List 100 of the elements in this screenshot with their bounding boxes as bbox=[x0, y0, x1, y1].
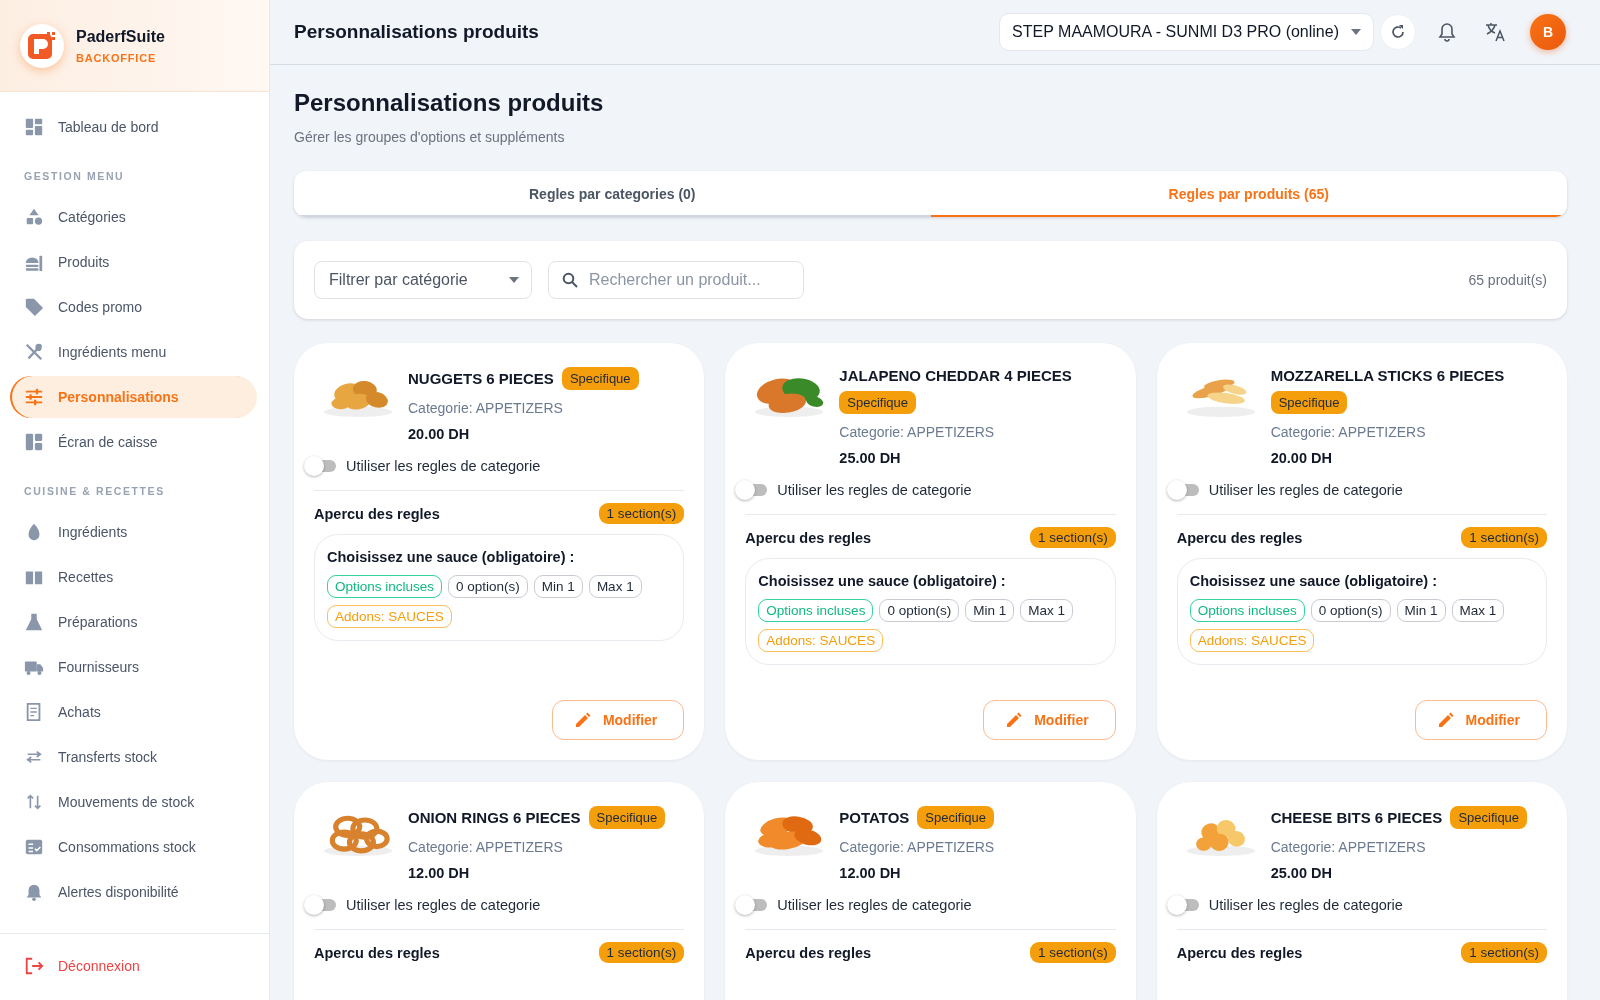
device-select[interactable]: STEP MAAMOURA - SUNMI D3 PRO (online) bbox=[999, 13, 1374, 51]
product-category: Categorie: APPETIZERS bbox=[839, 424, 996, 440]
translate-icon bbox=[1484, 21, 1506, 43]
rule-tag: Addons: SAUCES bbox=[1189, 629, 1315, 652]
product-price: 25.00 DH bbox=[839, 450, 902, 466]
rule-tag: 0 option(s) bbox=[1310, 599, 1391, 622]
sidebar-item[interactable]: Catégories bbox=[12, 196, 257, 238]
rule-tag: Min 1 bbox=[533, 575, 583, 598]
brand-subtitle: BACKOFFICE bbox=[76, 51, 158, 64]
toggle-label: Utiliser les regles de categorie bbox=[1208, 482, 1403, 498]
dropdown-caret-icon bbox=[1351, 29, 1361, 35]
product-category: Categorie: APPETIZERS bbox=[839, 839, 996, 855]
rule-tag: Options incluses bbox=[1189, 599, 1305, 622]
product-category: Categorie: APPETIZERS bbox=[408, 400, 564, 416]
product-name: ONION RINGS 6 PIECES bbox=[408, 809, 581, 826]
rule-tag: Options incluses bbox=[327, 575, 443, 598]
product-category: Categorie: APPETIZERS bbox=[408, 839, 564, 855]
section-heading: CUISINE & RECETTES bbox=[23, 485, 166, 497]
sidebar-item[interactable]: Ingrédients bbox=[12, 511, 257, 553]
product-price: 12.00 DH bbox=[839, 865, 902, 881]
checklist-icon bbox=[24, 837, 44, 857]
rule-section-title: Choisissez une sauce (obligatoire) : bbox=[327, 549, 576, 565]
sections-count-badge: 1 section(s) bbox=[1029, 942, 1116, 963]
rules-title: Apercu des regles bbox=[1176, 944, 1303, 961]
sidebar-item[interactable]: Mouvements de stock bbox=[12, 781, 257, 823]
product-name: NUGGETS 6 PIECES bbox=[408, 370, 554, 387]
grid-icon bbox=[24, 117, 44, 137]
logout-icon bbox=[24, 955, 44, 976]
toggle-label: Utiliser les regles de categorie bbox=[777, 482, 972, 498]
product-price: 20.00 DH bbox=[1270, 450, 1333, 466]
up-down-arrows-icon bbox=[24, 792, 44, 812]
rule-section-title: Choisissez une sauce (obligatoire) : bbox=[1189, 573, 1438, 589]
sidebar-item[interactable]: Achats bbox=[12, 691, 257, 733]
product-name: MOZZARELLA STICKS 6 PIECES bbox=[1270, 367, 1505, 384]
sidebar-item[interactable]: Alertes disponibilité bbox=[12, 871, 257, 913]
rule-tag: 0 option(s) bbox=[448, 575, 528, 598]
search-field[interactable]: Rechercher un produit... bbox=[548, 261, 804, 299]
sections-count-badge: 1 section(s) bbox=[1461, 527, 1547, 548]
layout-icon bbox=[24, 432, 44, 452]
rule-tag: Min 1 bbox=[1396, 599, 1446, 622]
specific-badge: Specifique bbox=[1270, 391, 1348, 414]
rule-tag: Max 1 bbox=[588, 575, 642, 598]
brand-name: PaderfSuite bbox=[76, 27, 165, 46]
product-price: 20.00 DH bbox=[408, 426, 471, 442]
sections-count-badge: 1 section(s) bbox=[1029, 527, 1116, 548]
logout-item[interactable]: Déconnexion bbox=[24, 944, 140, 987]
rules-title: Apercu des regles bbox=[745, 529, 872, 546]
specific-badge: Specifique bbox=[917, 806, 995, 829]
rules-title: Apercu des regles bbox=[314, 944, 440, 961]
sidebar-item[interactable]: Écran de caisse bbox=[12, 421, 257, 463]
sidebar-item[interactable]: Tableau de bord bbox=[12, 106, 257, 148]
pencil-icon bbox=[1006, 712, 1023, 728]
refresh-icon bbox=[1390, 24, 1406, 40]
product-name: CHEESE BITS 6 PIECES bbox=[1270, 809, 1443, 826]
sidebar-item[interactable]: Ingrédients menu bbox=[12, 331, 257, 373]
tab[interactable]: Regles par categories (0) bbox=[294, 171, 931, 217]
toggle-label: Utiliser les regles de categorie bbox=[346, 897, 541, 913]
sidebar-item[interactable]: Préparations bbox=[12, 601, 257, 643]
page-title: Personnalisations produits bbox=[294, 89, 605, 117]
refresh-button[interactable] bbox=[1380, 14, 1416, 50]
product-count: 65 produit(s) bbox=[1468, 272, 1547, 288]
shapes-icon bbox=[24, 207, 44, 227]
sidebar-item[interactable]: Recettes bbox=[12, 556, 257, 598]
rule-tag: 0 option(s) bbox=[879, 599, 960, 622]
rule-section-title: Choisissez une sauce (obligatoire) : bbox=[758, 573, 1007, 589]
product-category: Categorie: APPETIZERS bbox=[1270, 839, 1427, 855]
toggle-label: Utiliser les regles de categorie bbox=[777, 897, 972, 913]
specific-badge: Specifique bbox=[839, 391, 917, 414]
sections-count-badge: 1 section(s) bbox=[598, 503, 685, 524]
bell-icon bbox=[24, 882, 44, 902]
product-price: 25.00 DH bbox=[1270, 865, 1333, 881]
flask-icon bbox=[24, 612, 44, 632]
pencil-icon bbox=[1437, 712, 1454, 728]
toggle-label: Utiliser les regles de categorie bbox=[346, 458, 541, 474]
sidebar-item[interactable]: Transferts stock bbox=[12, 736, 257, 778]
specific-badge: Specifique bbox=[588, 806, 666, 829]
rule-tag: Min 1 bbox=[965, 599, 1015, 622]
specific-badge: Specifique bbox=[1450, 806, 1528, 829]
tag-icon bbox=[24, 297, 44, 317]
rule-tag: Max 1 bbox=[1020, 599, 1073, 622]
rules-title: Apercu des regles bbox=[1176, 529, 1303, 546]
page-subtitle: Gérer les groupes d'options et suppléments bbox=[294, 129, 566, 145]
product-name: POTATOS bbox=[839, 809, 910, 826]
sidebar-item[interactable]: Produits bbox=[12, 241, 257, 283]
product-name: JALAPENO CHEDDAR 4 PIECES bbox=[839, 367, 1072, 384]
rule-tag: Addons: SAUCES bbox=[758, 629, 884, 652]
sections-count-badge: 1 section(s) bbox=[598, 942, 685, 963]
sidebar-item[interactable]: Codes promo bbox=[12, 286, 257, 328]
toggle-label: Utiliser les regles de categorie bbox=[1208, 897, 1403, 913]
sliders-icon bbox=[24, 387, 44, 407]
specific-badge: Specifique bbox=[561, 367, 639, 390]
section-heading: GESTION MENU bbox=[23, 170, 126, 182]
sidebar-item[interactable]: Consommations stock bbox=[12, 826, 257, 868]
page-header-title: Personnalisations produits bbox=[294, 21, 540, 43]
category-select[interactable]: Filtrer par catégorie bbox=[314, 261, 532, 299]
rule-tag: Options incluses bbox=[758, 599, 874, 622]
rule-tag: Max 1 bbox=[1451, 599, 1505, 622]
sidebar-item[interactable]: Fournisseurs bbox=[12, 646, 257, 688]
product-price: 12.00 DH bbox=[408, 865, 471, 881]
product-category: Categorie: APPETIZERS bbox=[1270, 424, 1427, 440]
